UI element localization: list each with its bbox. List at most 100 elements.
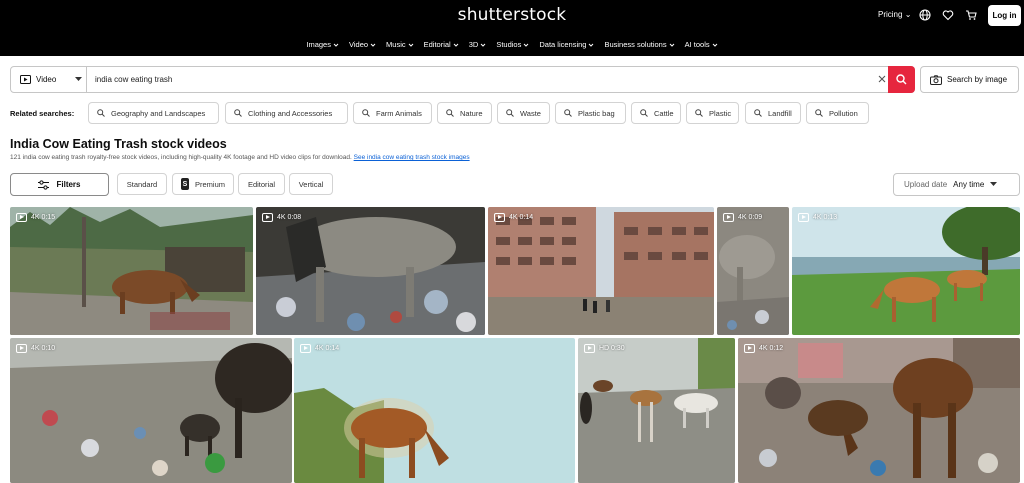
see-images-link[interactable]: See india cow eating trash stock images — [354, 154, 470, 161]
play-icon — [494, 213, 505, 222]
search-icon — [564, 109, 572, 117]
related-chip[interactable]: Nature — [437, 102, 492, 124]
nav-label: Editorial — [423, 40, 451, 49]
related-chip[interactable]: Waste — [497, 102, 550, 124]
filter-vertical[interactable]: Vertical — [289, 173, 333, 195]
chip-label: Nature — [460, 108, 483, 118]
cart-icon[interactable] — [965, 9, 977, 21]
cow-garbage-image — [256, 207, 485, 335]
play-icon — [798, 213, 809, 222]
pricing-label: Pricing — [878, 10, 903, 19]
nav-data-licensing[interactable]: Data licensing — [539, 40, 594, 49]
video-badge: 4K 0:10 — [16, 344, 55, 353]
results-subtitle: 121 india cow eating trash royalty-free … — [10, 154, 470, 161]
related-chip[interactable]: Pollution — [806, 102, 869, 124]
video-thumbnail[interactable]: 4K 0:08 — [256, 207, 485, 335]
cow-trash-closeup-image — [717, 207, 789, 335]
video-badge: HD 0:30 — [584, 344, 625, 353]
related-chip[interactable]: Geography and Landscapes — [88, 102, 219, 124]
video-thumbnail[interactable]: 4K 0:13 — [792, 207, 1020, 335]
heart-icon[interactable] — [942, 9, 954, 21]
filters-label: Filters — [56, 180, 81, 189]
chip-label: Plastic — [709, 108, 732, 118]
camera-icon — [930, 74, 942, 85]
nav-editorial[interactable]: Editorial — [424, 40, 459, 49]
video-thumbnail[interactable]: 4K 0:14 — [294, 338, 575, 483]
chip-label: Geography and Landscapes — [111, 108, 206, 118]
search-bar: Video india cow eating trash — [10, 66, 915, 93]
video-badge: 4K 0:12 — [744, 344, 783, 353]
filter-editorial[interactable]: Editorial — [238, 173, 285, 195]
caret-down-icon — [990, 182, 998, 186]
video-thumbnail[interactable]: 4K 0:12 — [738, 338, 1020, 483]
video-thumbnail[interactable]: HD 0:30 — [578, 338, 735, 483]
video-duration: 4K 0:15 — [31, 214, 56, 221]
chevron-down-icon — [453, 43, 459, 47]
video-duration: HD 0:30 — [599, 345, 625, 352]
video-thumbnail[interactable]: 4K 0:14 — [488, 207, 714, 335]
nav-label: Music — [386, 40, 406, 49]
video-badge: 4K 0:13 — [798, 213, 837, 222]
video-badge: 4K 0:14 — [300, 344, 339, 353]
related-chip[interactable]: Clothing and Accessories — [225, 102, 348, 124]
street-buildings-image — [488, 207, 714, 335]
video-duration: 4K 0:10 — [31, 345, 56, 352]
caret-down-icon — [75, 77, 83, 81]
filter-premium[interactable]: S Premium — [172, 173, 234, 195]
chevron-down-icon: ⌄ — [904, 10, 912, 19]
video-thumbnail[interactable]: 4K 0:09 — [717, 207, 789, 335]
chip-label: Waste — [520, 108, 541, 118]
chevron-down-icon — [589, 43, 594, 47]
search-icon — [234, 109, 242, 117]
nav-video[interactable]: Video — [349, 40, 376, 49]
filters-button[interactable]: Filters — [10, 173, 109, 196]
search-icon — [754, 109, 762, 117]
chevron-down-icon — [669, 43, 674, 47]
shutterstock-logo[interactable]: shutterstock — [0, 5, 1024, 25]
related-chip[interactable]: Cattle — [631, 102, 681, 124]
cows-street-image — [578, 338, 735, 483]
search-input[interactable]: india cow eating trash — [95, 67, 172, 92]
filter-standard[interactable]: Standard — [117, 173, 167, 195]
video-thumbnail[interactable]: 4K 0:10 — [10, 338, 292, 483]
video-duration: 4K 0:13 — [813, 214, 838, 221]
search-button[interactable] — [888, 66, 915, 93]
login-button[interactable]: Log in — [988, 5, 1021, 26]
close-icon[interactable] — [877, 74, 887, 84]
video-badge: 4K 0:14 — [494, 213, 533, 222]
play-icon — [262, 213, 273, 222]
chip-label: Cattle — [654, 108, 674, 118]
video-duration: 4K 0:14 — [509, 214, 534, 221]
video-icon — [20, 75, 31, 84]
search-icon — [640, 109, 648, 117]
search-by-image-button[interactable]: Search by image — [920, 66, 1019, 93]
chevron-down-icon — [712, 43, 717, 47]
globe-icon[interactable] — [919, 9, 931, 21]
nav-studios[interactable]: Studios — [496, 40, 529, 49]
page-title: India Cow Eating Trash stock videos — [10, 137, 227, 151]
search-icon — [97, 109, 105, 117]
related-chip[interactable]: Farm Animals — [353, 102, 432, 124]
pricing-menu[interactable]: Pricing ⌄ — [878, 10, 911, 19]
nav-business-solutions[interactable]: Business solutions — [604, 40, 674, 49]
chip-label: Farm Animals — [376, 108, 422, 118]
video-duration: 4K 0:09 — [738, 214, 763, 221]
video-thumbnail[interactable]: 4K 0:15 — [10, 207, 253, 335]
nav-music[interactable]: Music — [386, 40, 414, 49]
main-nav: Images Video Music Editorial 3D Studios … — [0, 40, 1024, 49]
related-chip[interactable]: Plastic — [686, 102, 739, 124]
upload-date-select[interactable]: Upload date Any time — [893, 173, 1020, 196]
video-duration: 4K 0:12 — [759, 345, 784, 352]
nav-label: Video — [348, 40, 369, 49]
search-by-image-label: Search by image — [947, 75, 1008, 84]
media-type-select[interactable]: Video — [11, 67, 87, 92]
chip-label: Plastic bag — [578, 108, 615, 118]
nav-3d[interactable]: 3D — [469, 40, 487, 49]
related-chip[interactable]: Plastic bag — [555, 102, 626, 124]
play-icon — [723, 213, 734, 222]
cow-riverbank-image — [294, 338, 575, 483]
nav-images[interactable]: Images — [306, 40, 339, 49]
nav-ai-tools[interactable]: AI tools — [685, 40, 718, 49]
search-icon — [815, 109, 823, 117]
related-chip[interactable]: Landfill — [745, 102, 801, 124]
